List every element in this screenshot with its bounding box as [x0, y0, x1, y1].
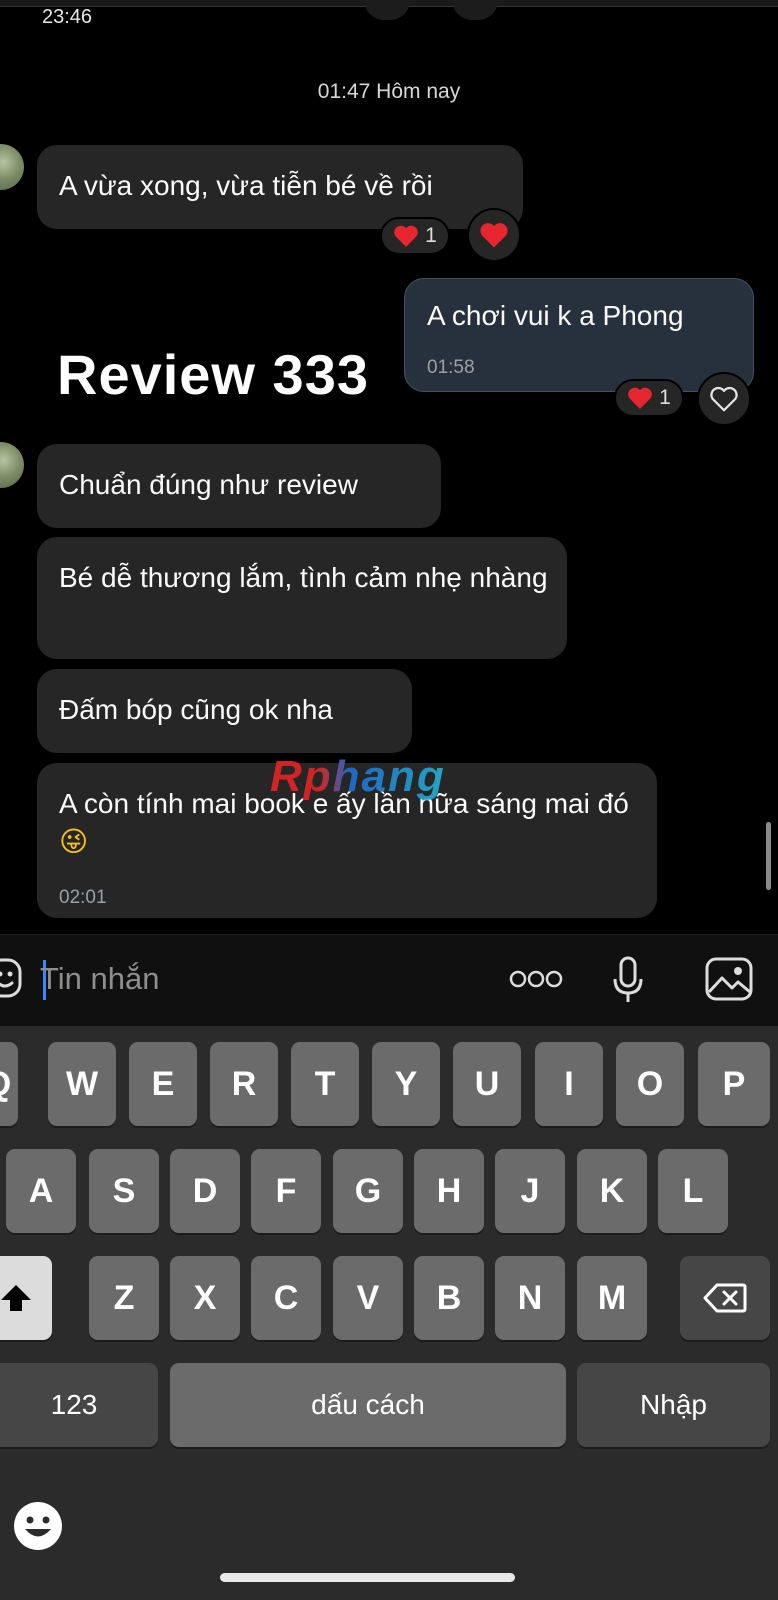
react-heart-button[interactable]	[697, 372, 751, 426]
message-bubble-incoming[interactable]: Chuẩn đúng như review	[37, 444, 441, 528]
heart-icon	[480, 223, 508, 248]
key-c[interactable]: C	[251, 1256, 321, 1340]
home-indicator[interactable]	[220, 1573, 515, 1582]
message-text: A vừa xong, vừa tiễn bé về rồi	[59, 170, 433, 201]
key-y[interactable]: Y	[372, 1042, 440, 1126]
key-e[interactable]: E	[129, 1042, 197, 1126]
heart-outline-icon	[710, 386, 738, 412]
key-n[interactable]: N	[495, 1256, 565, 1340]
key-i[interactable]: I	[535, 1042, 603, 1126]
backspace-icon	[703, 1283, 747, 1313]
message-text: Chuẩn đúng như review	[59, 469, 358, 500]
key-k[interactable]: K	[577, 1149, 647, 1233]
key-o[interactable]: O	[616, 1042, 684, 1126]
key-l[interactable]: L	[658, 1149, 728, 1233]
overlay-title: Review 333	[57, 343, 369, 406]
status-time: 23:46	[42, 6, 93, 28]
message-time: 02:01	[59, 887, 107, 908]
message-bubble-incoming[interactable]: Bé dễ thương lắm, tình cảm nhẹ nhàng	[37, 537, 567, 659]
key-f[interactable]: F	[251, 1149, 321, 1233]
shift-icon	[1, 1285, 31, 1311]
sticker-icon[interactable]	[0, 956, 24, 1000]
key-b[interactable]: B	[414, 1256, 484, 1340]
key-t[interactable]: T	[291, 1042, 359, 1126]
reaction-count: 1	[659, 386, 671, 409]
delete-key[interactable]	[680, 1256, 770, 1340]
heart-icon	[394, 225, 418, 247]
key-v[interactable]: V	[333, 1256, 403, 1340]
key-q[interactable]: Q	[0, 1042, 18, 1126]
key-g[interactable]: G	[333, 1149, 403, 1233]
reaction-circle-cut	[452, 0, 498, 20]
scrollbar[interactable]	[766, 822, 771, 890]
key-w[interactable]: W	[48, 1042, 116, 1126]
message-bubble-incoming[interactable]: Đấm bóp cũng ok nha	[37, 669, 412, 753]
key-h[interactable]: H	[414, 1149, 484, 1233]
message-bubble-incoming[interactable]: A vừa xong, vừa tiễn bé về rồi	[37, 145, 523, 229]
numbers-key[interactable]: 123	[0, 1363, 158, 1447]
message-time: 01:58	[427, 357, 475, 378]
reaction-count: 1	[425, 224, 437, 247]
date-separator: 01:47 Hôm nay	[317, 80, 461, 103]
message-input[interactable]: Tin nhắn	[40, 961, 160, 997]
key-p[interactable]: P	[698, 1042, 770, 1126]
key-d[interactable]: D	[170, 1149, 240, 1233]
key-a[interactable]: A	[6, 1149, 76, 1233]
avatar[interactable]	[0, 442, 24, 488]
space-key[interactable]: dấu cách	[170, 1363, 566, 1447]
microphone-icon[interactable]	[610, 955, 646, 1005]
message-text: A chơi vui k a Phong	[427, 300, 684, 331]
reaction-pill-cut	[364, 0, 410, 20]
watermark: Rphang	[270, 752, 446, 801]
emoji-icon[interactable]	[12, 1500, 64, 1552]
key-u[interactable]: U	[453, 1042, 521, 1126]
message-text: Bé dễ thương lắm, tình cảm nhẹ nhàng	[59, 562, 548, 593]
react-heart-button[interactable]	[467, 208, 521, 262]
key-z[interactable]: Z	[89, 1256, 159, 1340]
shift-key[interactable]	[0, 1256, 52, 1340]
message-text: Đấm bóp cũng ok nha	[59, 694, 333, 725]
return-key[interactable]: Nhập	[577, 1363, 770, 1447]
reaction-badge[interactable]: 1	[614, 379, 684, 417]
avatar[interactable]	[0, 144, 24, 190]
key-x[interactable]: X	[170, 1256, 240, 1340]
key-j[interactable]: J	[495, 1149, 565, 1233]
image-icon[interactable]	[704, 956, 754, 1002]
key-m[interactable]: M	[577, 1256, 647, 1340]
winking-face-emoji: 😜	[59, 826, 89, 857]
more-dots-icon[interactable]	[508, 966, 564, 992]
message-bubble-outgoing[interactable]: A chơi vui k a Phong 01:58	[404, 278, 754, 392]
reaction-badge[interactable]: 1	[380, 217, 450, 255]
heart-icon	[628, 387, 652, 409]
key-s[interactable]: S	[89, 1149, 159, 1233]
key-r[interactable]: R	[210, 1042, 278, 1126]
